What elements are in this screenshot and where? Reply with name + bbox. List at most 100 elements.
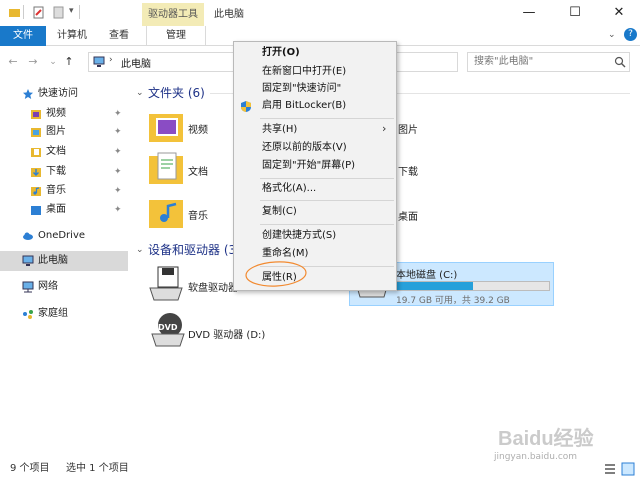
floppy-drive-icon — [149, 266, 183, 301]
chevron-right-icon: › — [382, 122, 387, 135]
disk-usage-fill — [397, 282, 473, 290]
sidebar-item-documents[interactable]: 文档 ✦ — [0, 142, 128, 162]
sidebar-item-label: 桌面 — [46, 204, 66, 215]
divider — [23, 5, 24, 19]
recent-locations-button[interactable]: ⌄ — [46, 55, 60, 69]
pin-icon: ✦ — [114, 127, 122, 137]
sidebar-item-quick-access[interactable]: 快速访问 — [0, 84, 128, 104]
sidebar-item-label: 家庭组 — [38, 308, 68, 319]
sidebar-item-this-pc[interactable]: 此电脑 — [0, 251, 128, 271]
sidebar-item-onedrive[interactable]: OneDrive — [0, 226, 128, 246]
menu-item-open-new-window[interactable]: 在新窗口中打开(E) — [234, 63, 396, 81]
floppy-drive-item[interactable]: 软盘驱动器 — [148, 266, 238, 302]
sidebar-item-desktop[interactable]: 桌面 ✦ — [0, 200, 128, 220]
back-button[interactable]: ← — [6, 55, 20, 69]
sidebar-item-homegroup[interactable]: 家庭组 — [0, 304, 128, 324]
help-icon[interactable]: ? — [624, 28, 637, 41]
item-label: 软盘驱动器 — [188, 283, 238, 294]
cloud-icon — [23, 232, 33, 240]
sidebar-item-music[interactable]: 音乐 ✦ — [0, 181, 128, 201]
sidebar-item-network[interactable]: 网络 — [0, 277, 128, 297]
item-label: 视频 — [188, 125, 208, 136]
menu-item-open[interactable]: 打开(O) — [234, 44, 396, 62]
menu-item-share[interactable]: 共享(H) — [234, 121, 396, 139]
menu-separator — [260, 118, 394, 119]
chevron-right-icon[interactable]: › — [109, 55, 113, 65]
chevron-down-icon[interactable]: ⌄ — [136, 88, 144, 98]
up-button[interactable]: ↑ — [62, 55, 76, 69]
video-folder-icon — [149, 114, 183, 142]
search-icon[interactable] — [614, 56, 626, 68]
video-folder-icon — [31, 110, 41, 119]
network-icon — [22, 281, 34, 293]
chevron-down-icon[interactable]: ⌄ — [136, 245, 144, 255]
folder-item-desktop[interactable]: 桌面 — [398, 208, 418, 223]
menu-item-pin-start[interactable]: 固定到"开始"屏幕(P) — [234, 157, 396, 175]
pin-icon: ✦ — [114, 109, 122, 119]
maximize-button[interactable]: ☐ — [552, 0, 598, 26]
pin-icon: ✦ — [114, 147, 122, 157]
pin-icon: ✦ — [114, 205, 122, 215]
sidebar-item-label: 快速访问 — [38, 88, 78, 99]
item-count: 9 个项目 — [10, 463, 50, 474]
folders-group-header[interactable]: 文件夹 (6) — [148, 84, 205, 102]
tab-manage[interactable]: 管理 — [146, 26, 206, 46]
breadcrumb[interactable]: 此电脑 — [121, 55, 151, 70]
menu-item-restore-versions[interactable]: 还原以前的版本(V) — [234, 139, 396, 157]
tab-file[interactable]: 文件 — [0, 26, 46, 46]
new-folder-icon[interactable] — [52, 6, 65, 19]
forward-button[interactable]: → — [26, 55, 40, 69]
dvd-badge: DVD — [158, 323, 178, 332]
drive-tools-tab[interactable]: 驱动器工具 — [142, 3, 204, 26]
properties-icon[interactable] — [32, 6, 45, 19]
tab-view[interactable]: 查看 — [102, 26, 136, 46]
watermark-url: jingyan.baidu.com — [494, 452, 578, 462]
disk-usage-bar — [396, 281, 550, 291]
sidebar-item-label: 文档 — [46, 146, 66, 157]
pin-icon: ✦ — [114, 186, 122, 196]
documents-folder-icon — [149, 152, 183, 184]
details-view-icon[interactable] — [604, 463, 616, 475]
menu-separator — [260, 178, 394, 179]
sidebar-item-label: 下载 — [46, 166, 66, 177]
pin-icon: ✦ — [114, 167, 122, 177]
sidebar-item-label: 音乐 — [46, 185, 66, 196]
menu-item-copy[interactable]: 复制(C) — [234, 203, 396, 221]
menu-item-pin-quick-access[interactable]: 固定到"快速访问" — [234, 80, 396, 98]
menu-item-create-shortcut[interactable]: 创建快捷方式(S) — [234, 227, 396, 245]
sidebar-item-downloads[interactable]: 下载 ✦ — [0, 162, 128, 182]
large-icons-view-icon[interactable] — [621, 462, 635, 476]
item-label: 本地磁盘 (C:) — [396, 270, 458, 281]
item-label: 文档 — [188, 167, 208, 178]
minimize-button[interactable]: — — [506, 0, 552, 26]
sidebar-item-label: 网络 — [38, 281, 58, 292]
dvd-drive-item[interactable]: DVD DVD 驱动器 (D:) — [150, 312, 290, 348]
pictures-folder-icon — [31, 128, 41, 137]
music-folder-icon — [31, 187, 41, 196]
folder-item-pictures[interactable]: 图片 — [398, 121, 418, 136]
item-label: 音乐 — [188, 211, 208, 222]
desktop-folder-icon — [31, 206, 41, 215]
chevron-down-icon[interactable]: ▾ — [69, 6, 74, 16]
devices-group-header[interactable]: 设备和驱动器 (3 — [148, 241, 236, 259]
context-menu: 打开(O) 在新窗口中打开(E) 固定到"快速访问" 启用 BitLocker(… — [233, 41, 397, 291]
sidebar-item-label: 图片 — [46, 126, 66, 137]
shield-icon — [241, 101, 251, 112]
folder-item-downloads[interactable]: 下载 — [398, 163, 418, 178]
star-icon — [23, 89, 33, 99]
window-title: 此电脑 — [214, 9, 244, 20]
sidebar-item-videos[interactable]: 视频 ✦ — [0, 104, 128, 124]
selected-count: 选中 1 个项目 — [66, 463, 129, 474]
search-input[interactable]: 搜索"此电脑" — [467, 52, 630, 72]
menu-separator — [260, 224, 394, 225]
sidebar-item-pictures[interactable]: 图片 ✦ — [0, 122, 128, 142]
chevron-down-icon[interactable]: ⌄ — [608, 30, 616, 40]
tab-computer[interactable]: 计算机 — [50, 26, 94, 46]
music-folder-icon — [149, 200, 183, 228]
menu-item-bitlocker[interactable]: 启用 BitLocker(B) — [234, 97, 396, 115]
computer-icon — [22, 255, 34, 266]
watermark-logo: Baidu经验 — [498, 428, 594, 450]
menu-item-format[interactable]: 格式化(A)... — [234, 180, 396, 198]
close-button[interactable]: ✕ — [596, 0, 640, 26]
computer-icon — [93, 56, 105, 67]
